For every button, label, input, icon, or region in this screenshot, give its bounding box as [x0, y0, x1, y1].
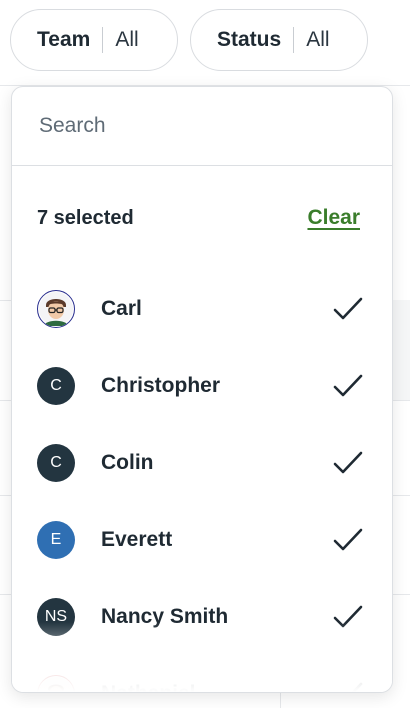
check-icon	[333, 374, 363, 396]
avatar: E	[37, 520, 75, 559]
team-filter-button[interactable]: Team All	[10, 9, 178, 71]
list-item[interactable]: C Christopher	[12, 347, 392, 424]
member-name: Carl	[101, 296, 142, 320]
avatar	[37, 674, 75, 692]
selected-count: 7 selected	[37, 206, 134, 229]
avatar: C	[37, 443, 75, 482]
background-row-highlight	[392, 300, 410, 400]
status-filter-value: All	[306, 28, 330, 51]
list-item[interactable]: NS Nancy Smith	[12, 578, 392, 655]
list-item[interactable]: Carl	[12, 270, 392, 347]
check-icon	[351, 682, 363, 692]
status-filter-button[interactable]: Status All	[190, 9, 368, 71]
avatar: NS	[37, 597, 75, 636]
list-item[interactable]: Nathaniel	[12, 655, 392, 693]
check-icon	[333, 451, 363, 473]
member-name: Nathaniel	[101, 681, 196, 693]
member-name: Nancy Smith	[101, 604, 229, 628]
check-icon	[333, 297, 363, 319]
team-filter-value: All	[115, 28, 139, 51]
chip-separator	[102, 27, 104, 53]
selection-summary: 7 selected Clear	[12, 166, 392, 270]
team-filter-label: Team	[37, 28, 91, 51]
search-row	[12, 87, 392, 166]
check-icon	[333, 528, 363, 550]
member-name: Colin	[101, 450, 154, 474]
chip-separator	[293, 27, 295, 53]
check-icon	[333, 605, 363, 627]
status-filter-label: Status	[217, 28, 282, 51]
avatar: C	[37, 366, 75, 405]
avatar	[37, 289, 75, 328]
member-name: Everett	[101, 527, 173, 551]
list-item[interactable]: E Everett	[12, 501, 392, 578]
clear-selection-link[interactable]: Clear	[307, 206, 360, 230]
person-photo-icon	[39, 291, 73, 326]
team-filter-dropdown: 7 selected Clear	[11, 86, 393, 693]
member-name: Christopher	[101, 373, 221, 397]
page: Team All Status All 7 selected Clear	[0, 0, 410, 708]
search-input[interactable]	[37, 113, 367, 139]
list-item[interactable]: C Colin	[12, 424, 392, 501]
person-photo-icon	[39, 676, 73, 692]
member-list: Carl C Christopher C Colin E Everett NS …	[12, 270, 392, 693]
